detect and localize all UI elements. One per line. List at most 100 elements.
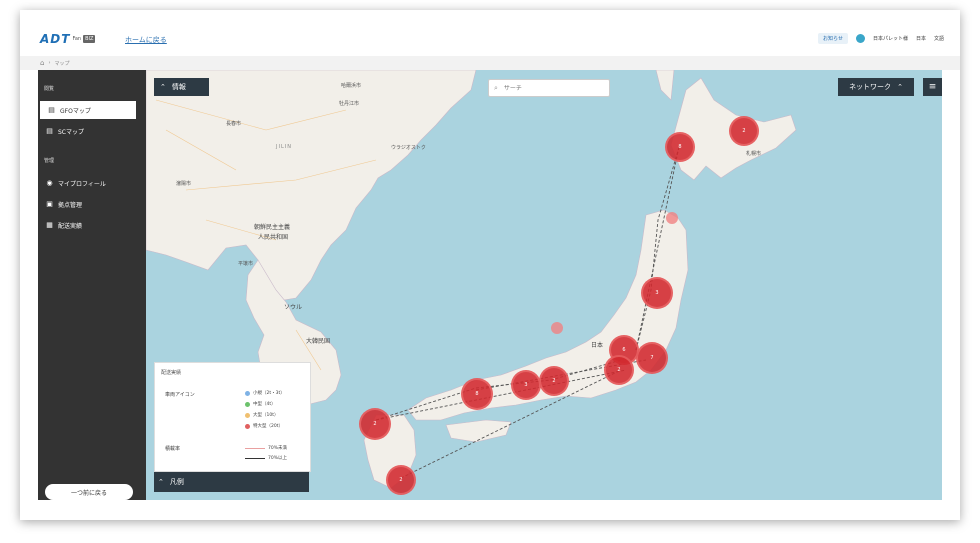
document-icon: ▦ [46, 221, 53, 229]
header-extra-label[interactable]: 文語 [934, 35, 944, 42]
info-panel-toggle[interactable]: ⌃ 情報 [154, 78, 209, 96]
legend-row-text: 中型（4t） [253, 402, 276, 407]
legend-band-row: 70%以上 [245, 455, 287, 461]
sidebar-item-label: マイプロフィール [58, 180, 106, 188]
map-node[interactable]: 2 [539, 366, 569, 396]
map-search[interactable]: ⌕ [488, 79, 610, 97]
sidebar-item-label: 配送実績 [58, 222, 83, 230]
chevron-up-icon: ⌃ [897, 83, 903, 91]
legend-dot-icon [245, 390, 250, 396]
place-label: JILIN [276, 144, 292, 150]
place-label: ソウル [284, 304, 303, 311]
legend-band-row: 70%未満 [245, 445, 287, 451]
breadcrumb-current: マップ [54, 60, 70, 67]
back-button[interactable]: 一つ前に戻る [45, 484, 133, 500]
map-node-small[interactable] [666, 212, 678, 224]
legend-icon-label: 車両アイコン [165, 392, 195, 398]
chevron-up-icon: ⌃ [158, 478, 164, 486]
legend-icon-row: 小規（2t・3t） [245, 390, 285, 396]
logo-badge: BIZ [83, 35, 96, 43]
map-node[interactable]: 3 [511, 370, 541, 400]
home-link[interactable]: ホームに戻る [125, 35, 167, 45]
legend-icon-row: 中型（4t） [245, 401, 276, 407]
map-view[interactable]: 哈爾浜市 牡丹江市 長春市 JILIN ウラジオストク 瀋陽市 朝鮮民主主義 人… [146, 70, 942, 500]
legend-row-text: 70%未満 [268, 446, 288, 451]
legend-line-icon [245, 457, 265, 459]
legend-line-icon [245, 447, 265, 449]
legend-dot-icon [245, 412, 250, 418]
map-node[interactable]: 2 [386, 465, 416, 495]
sidebar-item-delivery-record[interactable]: ▦ 配送実績 [38, 216, 146, 234]
hamburger-icon: ≡ [928, 82, 937, 92]
sidebar-item-label: SCマップ [58, 128, 84, 136]
legend-band-label: 積載率 [165, 446, 181, 452]
place-label: 大韓民国 [306, 338, 331, 345]
legend-row-text: 特大型（20t） [253, 424, 283, 429]
user-avatar-icon[interactable] [855, 34, 865, 43]
app-window: ADT Fan BIZ ホームに戻る お知らせ 日本パレット様 日本 文語 ⌂ … [20, 10, 960, 520]
network-panel-toggle[interactable]: ネットワーク ⌃ [838, 78, 914, 96]
user-circle-icon: ◉ [46, 179, 53, 187]
legend-toggle-label: 凡例 [169, 478, 184, 486]
map-node[interactable]: 8 [665, 132, 695, 162]
map-node[interactable]: 7 [636, 342, 668, 374]
sakhalin-landmass [655, 70, 675, 101]
breadcrumb: ⌂ › マップ [20, 56, 960, 70]
building-icon: ▣ [46, 200, 53, 208]
info-label: 情報 [171, 83, 186, 91]
map-icon: ▤ [46, 127, 53, 135]
sidebar-item-label: 拠点管理 [58, 201, 83, 209]
legend-icon-row: 大型（10t） [245, 412, 279, 418]
top-header: ADT Fan BIZ ホームに戻る お知らせ 日本パレット様 日本 文語 [20, 10, 960, 60]
map-menu-button[interactable]: ≡ [923, 78, 942, 96]
legend-dot-icon [245, 423, 250, 429]
notice-button[interactable]: お知らせ [818, 33, 848, 44]
chevron-up-icon: ⌃ [160, 83, 166, 91]
header-right: お知らせ 日本パレット様 日本 文語 [818, 33, 944, 44]
search-input[interactable] [501, 83, 606, 93]
map-node[interactable]: 2 [359, 408, 391, 440]
sidebar-item-sc-map[interactable]: ▤ SCマップ [38, 122, 146, 140]
legend-row-text: 70%以上 [268, 456, 288, 461]
app-logo[interactable]: ADT Fan BIZ [40, 32, 96, 46]
search-icon: ⌕ [494, 83, 498, 92]
sidebar-section-view: 閲覧 [44, 86, 55, 92]
legend-toggle[interactable]: ⌃ 凡例 [154, 472, 309, 492]
place-label: 札幌市 [746, 151, 762, 157]
sidebar-item-my-profile[interactable]: ◉ マイプロフィール [38, 174, 146, 192]
mainland-landmass [146, 70, 477, 301]
sidebar-item-label: GFOマップ [60, 107, 91, 115]
map-node-small[interactable] [551, 322, 563, 334]
logo-text: ADT [40, 32, 71, 46]
place-label: 人民共和国 [258, 234, 289, 241]
sidebar-item-gfo-map[interactable]: ▤ GFOマップ [40, 101, 136, 119]
place-label: 哈爾浜市 [341, 83, 362, 89]
home-icon[interactable]: ⌂ [40, 59, 44, 67]
language-selector[interactable]: 日本 [916, 35, 926, 42]
legend-title: 配送実績 [161, 370, 182, 376]
sidebar-item-base-management[interactable]: ▣ 拠点管理 [38, 195, 146, 213]
map-node[interactable]: 2 [729, 116, 759, 146]
shikoku-landmass [445, 419, 512, 443]
user-name[interactable]: 日本パレット様 [873, 35, 908, 42]
legend-row-text: 大型（10t） [253, 413, 279, 418]
sidebar-section-manage: 管理 [44, 158, 55, 164]
place-label: 平壌市 [238, 261, 254, 267]
place-label: 牡丹江市 [339, 101, 360, 107]
place-label: 長春市 [226, 121, 242, 127]
map-icon: ▤ [48, 106, 55, 114]
place-label: ウラジオストク [391, 145, 426, 151]
place-label: 瀋陽市 [176, 181, 192, 187]
map-node[interactable]: 3 [641, 277, 673, 309]
network-label: ネットワーク [849, 83, 892, 91]
map-node[interactable]: 2 [604, 355, 634, 385]
place-label: 日本 [591, 342, 604, 349]
place-label: 朝鮮民主主義 [254, 224, 291, 231]
sidebar: 閲覧 ▤ GFOマップ ▤ SCマップ 管理 ◉ マイプロフィール ▣ 拠点管理… [38, 70, 146, 500]
legend-icon-row: 特大型（20t） [245, 423, 283, 429]
logo-sub-text: Fan [72, 36, 82, 42]
legend-panel: 配送実績 車両アイコン 小規（2t・3t） 中型（4t） 大型（10t） 特大型… [154, 362, 311, 472]
legend-row-text: 小規（2t・3t） [253, 391, 285, 396]
map-node[interactable]: 8 [461, 378, 493, 410]
legend-dot-icon [245, 401, 250, 407]
